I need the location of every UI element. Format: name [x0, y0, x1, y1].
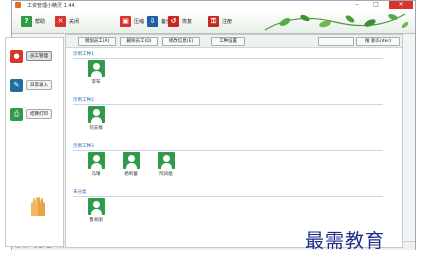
employee-card[interactable]: 马晴: [84, 152, 108, 177]
backup-icon: ⇩: [147, 15, 158, 27]
person-avatar-icon: [87, 152, 105, 169]
sidebar-item-settle-print[interactable]: ⎙ 结算打印: [10, 104, 52, 124]
minimize-button[interactable]: –: [349, 1, 365, 9]
employee-panel: 增加员工(A) 删除员工(D) 修改信息(E) 工种设置 搜 索(Enter) …: [65, 34, 403, 248]
close-button[interactable]: ✕ 关闭: [55, 15, 79, 27]
restore-label: 恢复: [182, 18, 193, 25]
person-icon: ●: [10, 49, 23, 63]
pen-icon: ✎: [10, 78, 23, 92]
modify-info-button[interactable]: 修改信息(E): [162, 37, 200, 46]
department-label: 示例工种3: [73, 144, 94, 149]
panel-toolbar: 增加员工(A) 删除员工(D) 修改信息(E) 工种设置 搜 索(Enter): [66, 35, 402, 48]
department-label: 示例工种2: [73, 98, 94, 103]
app-icon: [15, 2, 21, 8]
employee-name: 马晴: [91, 172, 101, 177]
restore-button[interactable]: ↺ 恢复: [168, 15, 192, 27]
department-divider: [73, 196, 383, 197]
compress-button[interactable]: ▣ 压缩: [120, 15, 144, 27]
restore-icon: ↺: [168, 15, 179, 27]
close-icon: ✕: [55, 15, 66, 27]
printer-icon: ⎙: [10, 107, 23, 121]
key-icon: ⚿: [208, 15, 219, 27]
sidebar-item-employee-management[interactable]: ● 员工管理: [10, 46, 52, 66]
person-avatar-icon: [157, 152, 175, 169]
department-divider: [73, 104, 383, 105]
window-title: 工资管理小精灵 1.44: [27, 3, 75, 9]
delete-employee-button[interactable]: 删除员工(D): [120, 37, 158, 46]
employee-name: 李布: [91, 80, 101, 85]
logout-button[interactable]: ⚿ 注册: [208, 15, 232, 27]
person-avatar-icon: [122, 152, 140, 169]
maximize-button[interactable]: □: [368, 1, 384, 9]
compress-icon: ▣: [120, 15, 131, 27]
person-avatar-icon: [87, 198, 105, 215]
leaf-decoration: [264, 13, 409, 31]
sidebar-item-label: 员工管理: [26, 51, 52, 61]
employee-card[interactable]: 李布: [84, 60, 108, 85]
worktype-settings-button[interactable]: 工种设置: [211, 37, 245, 46]
person-avatar-icon: [87, 106, 105, 123]
title-bar: 工资管理小精灵 1.44 – □ ✕: [12, 1, 415, 10]
compress-label: 压缩: [134, 18, 145, 25]
employee-name: 杨利蕾: [124, 172, 138, 177]
employee-name: 阿凤姐: [159, 172, 173, 177]
toolbar: ? 帮助 ✕ 关闭 ▣ 压缩 ⇩ 备份 ↺ 恢复 ⚿ 注册: [12, 10, 415, 34]
close-label: 关闭: [69, 18, 80, 25]
department-divider: [73, 58, 383, 59]
sidebar: ● 员工管理 ✎ 日常录入 ⎙ 结算打印: [5, 37, 64, 247]
employee-card[interactable]: 阿凤姐: [154, 152, 178, 177]
watermark-text: 最需教育: [305, 230, 386, 252]
hands-icon: [31, 197, 45, 216]
help-button[interactable]: ? 帮助: [21, 15, 45, 27]
sidebar-item-label: 结算打印: [26, 109, 52, 119]
employee-card[interactable]: 何支群: [84, 106, 108, 131]
add-employee-button[interactable]: 增加员工(A): [78, 37, 116, 46]
employee-card[interactable]: 杨利蕾: [119, 152, 143, 177]
logout-label: 注册: [222, 18, 233, 25]
employee-card[interactable]: 鲁易丽: [84, 198, 108, 223]
department-divider: [73, 150, 383, 151]
search-button[interactable]: 搜 索(Enter): [356, 37, 400, 46]
person-avatar-icon: [87, 60, 105, 77]
department-label: 示例工种1: [73, 52, 94, 57]
help-icon: ?: [21, 15, 32, 27]
department-label: 未分类: [73, 190, 87, 195]
sidebar-item-label: 日常录入: [26, 80, 52, 90]
search-input[interactable]: [318, 37, 354, 46]
sidebar-item-daily-entry[interactable]: ✎ 日常录入: [10, 75, 52, 95]
close-window-button[interactable]: ✕: [389, 1, 413, 9]
help-label: 帮助: [35, 18, 46, 25]
employee-name: 何支群: [89, 126, 103, 131]
employee-name: 鲁易丽: [89, 218, 103, 223]
